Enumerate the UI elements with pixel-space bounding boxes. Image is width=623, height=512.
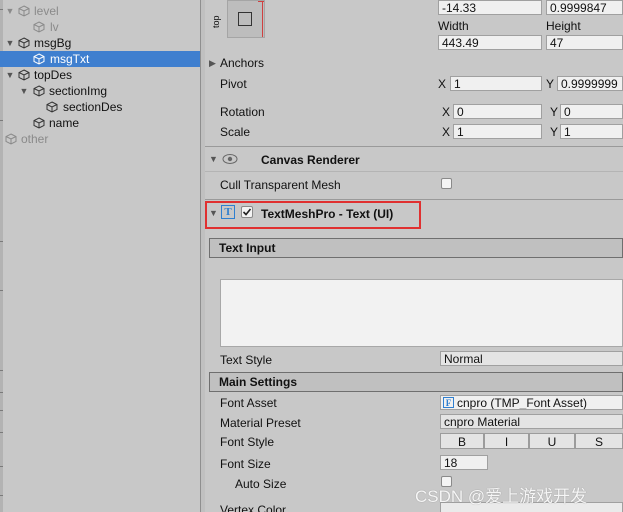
text-input-section-header[interactable]: Text Input	[209, 238, 623, 258]
width-label: Width	[438, 19, 469, 33]
hierarchy-item-other[interactable]: other	[0, 131, 200, 147]
cull-transparent-mesh-label: Cull Transparent Mesh	[220, 178, 341, 192]
gameobject-cube-icon	[46, 101, 58, 113]
inspector-panel: top -14.33 0.9999847 Width Height 443.49…	[205, 0, 623, 512]
material-preset-label: Material Preset	[220, 416, 301, 430]
width-field[interactable]: 443.49	[438, 35, 542, 50]
text-style-dropdown[interactable]: Normal	[440, 351, 623, 366]
gameobject-cube-icon	[33, 53, 45, 65]
component-separator	[205, 146, 623, 147]
hierarchy-item-level[interactable]: ▼ level	[0, 3, 200, 19]
height-label: Height	[546, 19, 581, 33]
pos-z-field[interactable]: 0.9999847	[546, 0, 623, 15]
gameobject-cube-icon	[5, 133, 17, 145]
header-separator	[205, 171, 623, 172]
hierarchy-item-label: msgTxt	[50, 52, 90, 66]
hierarchy-item-label: sectionImg	[49, 84, 108, 98]
expand-arrow-icon[interactable]: ▼	[5, 3, 15, 19]
scale-x-field[interactable]: 1	[453, 124, 542, 139]
hierarchy-item-label: topDes	[34, 68, 73, 82]
height-field[interactable]: 47	[546, 35, 623, 50]
pivot-y-label[interactable]: Y	[546, 77, 554, 91]
auto-size-label: Auto Size	[235, 477, 287, 491]
eye-icon	[222, 154, 238, 164]
fold-arrow-icon[interactable]: ▼	[209, 154, 218, 164]
font-style-underline-button[interactable]: U	[529, 433, 575, 449]
pos-y-field[interactable]: -14.33	[438, 0, 542, 15]
anchor-red-line	[258, 1, 264, 2]
canvas-renderer-title: Canvas Renderer	[261, 153, 360, 167]
expand-arrow-icon[interactable]: ▼	[5, 67, 15, 83]
canvas-renderer-header[interactable]: ▼ Canvas Renderer	[205, 149, 623, 171]
hierarchy-item-label: lv	[50, 20, 59, 34]
hierarchy-item-msgbg[interactable]: ▼ msgBg	[0, 35, 200, 51]
anchors-label[interactable]: Anchors	[220, 56, 264, 70]
pivot-label: Pivot	[220, 77, 247, 91]
font-style-italic-button[interactable]: I	[484, 433, 529, 449]
hierarchy-item-label: sectionDes	[63, 100, 123, 114]
scale-x-label[interactable]: X	[442, 125, 450, 139]
pivot-x-label[interactable]: X	[438, 77, 446, 91]
scale-y-label[interactable]: Y	[550, 125, 558, 139]
gameobject-cube-icon	[18, 37, 30, 49]
hierarchy-panel: ▼ level lv ▼ msgBg msgTxt ▼ topDes ▼ sec…	[0, 0, 200, 512]
component-separator	[205, 199, 623, 200]
gameobject-cube-icon	[18, 5, 30, 17]
font-size-label: Font Size	[220, 457, 271, 471]
expand-arrow-icon[interactable]: ▼	[5, 35, 15, 51]
watermark-text: CSDN @爱上游戏开发	[415, 487, 588, 506]
scale-label: Scale	[220, 125, 251, 139]
scale-y-field[interactable]: 1	[560, 124, 623, 139]
gameobject-cube-icon	[18, 69, 30, 81]
hierarchy-item-topdes[interactable]: ▼ topDes	[0, 67, 200, 83]
hierarchy-item-label: other	[21, 132, 49, 146]
rotation-y-field[interactable]: 0	[560, 104, 623, 119]
pivot-y-field[interactable]: 0.9999999	[557, 76, 623, 91]
hierarchy-item-sectionimg[interactable]: ▼ sectionImg	[0, 83, 200, 99]
material-preset-dropdown[interactable]: cnpro Material	[440, 414, 623, 429]
expand-arrow-icon[interactable]: ▼	[19, 83, 29, 99]
rotation-x-label[interactable]: X	[442, 105, 450, 119]
font-asset-f-icon: F	[443, 397, 454, 408]
hierarchy-item-lv[interactable]: lv	[0, 19, 200, 35]
anchor-red-line-vertical	[262, 1, 263, 37]
font-size-field[interactable]: 18	[440, 455, 488, 470]
cull-transparent-mesh-checkbox[interactable]	[441, 178, 452, 189]
hierarchy-item-label: name	[49, 116, 80, 130]
hierarchy-item-name[interactable]: name	[0, 115, 200, 131]
hierarchy-item-msgtxt[interactable]: msgTxt	[0, 51, 200, 67]
main-settings-section-header[interactable]: Main Settings	[209, 372, 623, 392]
gameobject-cube-icon	[33, 21, 45, 33]
vertex-color-label: Vertex Color	[220, 503, 287, 512]
hierarchy-item-sectiondes[interactable]: sectionDes	[0, 99, 200, 115]
font-style-label: Font Style	[220, 435, 275, 449]
rotation-label: Rotation	[220, 105, 265, 119]
font-asset-field[interactable]: F cnpro (TMP_Font Asset)	[440, 395, 623, 410]
text-input-area[interactable]	[220, 279, 623, 347]
anchor-preset-square-icon	[238, 12, 252, 26]
gameobject-cube-icon	[33, 85, 45, 97]
rotation-x-field[interactable]: 0	[453, 104, 542, 119]
pivot-x-field[interactable]: 1	[450, 76, 542, 91]
text-style-label: Text Style	[220, 353, 273, 367]
anchor-top-label: top	[211, 15, 221, 28]
font-asset-label: Font Asset	[220, 396, 277, 410]
font-style-strikethrough-button[interactable]: S	[575, 433, 623, 449]
highlight-box	[205, 201, 421, 229]
font-style-bold-button[interactable]: B	[440, 433, 484, 449]
hierarchy-item-label: msgBg	[34, 36, 72, 50]
rotation-y-label[interactable]: Y	[550, 105, 558, 119]
gameobject-cube-icon	[33, 117, 45, 129]
anchors-fold-arrow-icon[interactable]: ▶	[209, 58, 216, 69]
hierarchy-item-label: level	[34, 4, 59, 18]
anchor-presets-button[interactable]	[227, 0, 265, 38]
font-asset-value: cnpro (TMP_Font Asset)	[457, 396, 588, 410]
